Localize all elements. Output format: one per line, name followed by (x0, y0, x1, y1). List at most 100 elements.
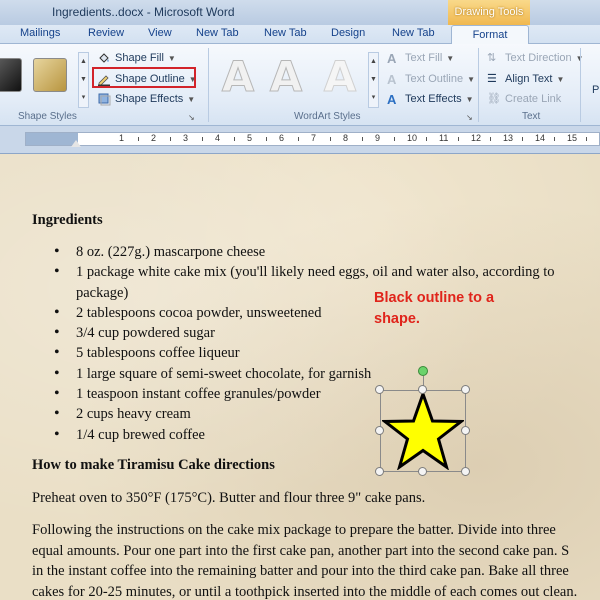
resize-handle-right[interactable] (461, 426, 470, 435)
tab-new-tab-3[interactable]: New Tab (392, 27, 435, 39)
ruler-tick (298, 137, 299, 141)
list-item: 5 tablespoons coffee liqueur (54, 343, 591, 364)
ruler-tick (266, 137, 267, 141)
list-item: 1/4 cup brewed coffee (54, 425, 591, 446)
gallery-scroll[interactable]: ▲ ▼ ▾ (78, 52, 89, 108)
text-fill-icon: A (387, 51, 397, 66)
chevron-down-icon: ▼ (446, 53, 455, 63)
horizontal-ruler[interactable]: 1 2 3 4 5 6 7 8 9 10 11 12 13 14 15 (0, 126, 600, 154)
wordart-styles-group-label: WordArt Styles (294, 111, 361, 122)
ruler-number: 11 (439, 133, 449, 143)
ruler-number: 13 (503, 133, 514, 143)
ribbon: ▲ ▼ ▾ Shape Fill ▼ Shape Outline ▼ Shape E… (0, 44, 600, 126)
title-bar: Ingredients..docx - Microsoft Word Drawi… (0, 0, 600, 25)
text-fill-button[interactable]: A Text Fill ▼ (387, 49, 454, 67)
list-item: 1 large square of semi-sweet chocolate, … (54, 364, 591, 385)
dialog-launcher-icon[interactable]: ↘ (188, 113, 195, 122)
position-button-partial[interactable]: P (592, 84, 599, 96)
create-link-button[interactable]: ⛓ Create Link (487, 90, 561, 108)
shape-fill-button[interactable]: Shape Fill ▼ (97, 49, 176, 67)
ruler-tick (426, 137, 427, 141)
align-text-label: Align Text (505, 73, 553, 85)
ruler-number: 5 (247, 133, 253, 143)
tab-view[interactable]: View (148, 27, 172, 39)
tab-new-tab-1[interactable]: New Tab (196, 27, 239, 39)
resize-handle-bottom-right[interactable] (461, 467, 470, 476)
star-shape-selection[interactable] (375, 366, 470, 476)
group-separator (478, 48, 479, 122)
ruler-tick (362, 137, 363, 141)
resize-handle-bottom[interactable] (418, 467, 427, 476)
tab-review[interactable]: Review (88, 27, 124, 39)
tab-design[interactable]: Design (331, 27, 365, 39)
annotation-text: Black outline to a shape. (374, 290, 495, 327)
ruler-number: 3 (183, 133, 189, 143)
shape-effects-button[interactable]: Shape Effects ▼ (97, 90, 195, 108)
text-fill-label: Text Fill (405, 52, 443, 64)
resize-handle-top-left[interactable] (375, 385, 384, 394)
align-text-icon: ☰ (487, 73, 497, 85)
shape-effects-label: Shape Effects (115, 93, 184, 105)
list-item: 2 cups heavy cream (54, 404, 591, 425)
ruler-tick (234, 137, 235, 141)
star-shape[interactable] (382, 392, 464, 470)
rotation-handle[interactable] (418, 366, 428, 376)
ruler-tick (170, 137, 171, 141)
shape-outline-highlight (92, 67, 196, 88)
link-icon: ⛓ (487, 93, 501, 105)
indent-marker[interactable] (71, 140, 81, 147)
ruler-tick (522, 137, 523, 141)
ruler-tick (138, 137, 139, 141)
shape-style-swatch-gold[interactable] (33, 58, 67, 92)
paragraph-preheat: Preheat oven to 350°F (175°C). Butter an… (32, 490, 426, 506)
ingredients-list: 8 oz. (227g.) mascarpone cheese 1 packag… (54, 242, 591, 446)
ribbon-tabs: Mailings Review View New Tab New Tab Des… (0, 25, 600, 45)
create-link-label: Create Link (505, 93, 562, 105)
text-effects-button[interactable]: A Text Effects ▼ (387, 90, 474, 108)
ruler-number: 15 (567, 133, 578, 143)
paragraph-line: cakes for 20-25 minutes, or until a toot… (32, 583, 578, 600)
resize-handle-top[interactable] (418, 385, 427, 394)
tab-format[interactable]: Format (451, 25, 529, 45)
wordart-style-3[interactable]: A (318, 53, 362, 100)
text-outline-button[interactable]: A Text Outline ▼ (387, 70, 475, 88)
chevron-down-icon: ▼ (556, 74, 565, 84)
shape-fill-label: Shape Fill (115, 52, 164, 64)
chevron-down-icon: ▼ (187, 94, 196, 104)
document-page[interactable]: Ingredients 8 oz. (227g.) mascarpone che… (0, 154, 600, 600)
shape-style-swatch-dark[interactable] (0, 58, 22, 92)
directions-heading: How to make Tiramisu Cake directions (32, 457, 275, 473)
ruler-tick (394, 137, 395, 141)
list-item: 1 teaspoon instant coffee granules/powde… (54, 384, 591, 405)
ingredients-heading: Ingredients (32, 212, 103, 228)
dialog-launcher-icon[interactable]: ↘ (466, 113, 473, 122)
text-effects-label: Text Effects (405, 93, 462, 105)
tab-new-tab-2[interactable]: New Tab (264, 27, 307, 39)
ruler-number: 9 (375, 133, 381, 143)
align-text-button[interactable]: ☰ Align Text ▼ (487, 70, 564, 88)
resize-handle-bottom-left[interactable] (375, 467, 384, 476)
ruler-strip: 1 2 3 4 5 6 7 8 9 10 11 12 13 14 15 (25, 132, 600, 146)
ruler-number: 7 (311, 133, 317, 143)
list-item-text-cont: package) (76, 284, 129, 301)
window-title: Ingredients..docx - Microsoft Word (52, 5, 235, 19)
text-effects-icon: A (387, 92, 397, 107)
ruler-number: 4 (215, 133, 221, 143)
paragraph-line: in the instant coffee into the remaining… (32, 563, 569, 579)
wordart-style-1[interactable]: A (216, 53, 260, 100)
paragraph-line: equal amounts. Pour one part into the fi… (32, 542, 570, 559)
resize-handle-left[interactable] (375, 426, 384, 435)
ruler-tick (554, 137, 555, 141)
wordart-gallery-scroll[interactable]: ▲ ▼ ▾ (368, 52, 379, 108)
text-direction-button[interactable]: ⇅ Text Direction ▼ (487, 49, 584, 67)
resize-handle-top-right[interactable] (461, 385, 470, 394)
wordart-style-2[interactable]: A (264, 53, 308, 100)
ruler-number: 6 (279, 133, 285, 143)
ruler-number: 1 (119, 133, 125, 143)
ruler-number: 8 (343, 133, 349, 143)
group-separator (580, 48, 581, 122)
ruler-tick (490, 137, 491, 141)
ruler-tick (586, 137, 587, 141)
tab-mailings[interactable]: Mailings (20, 27, 60, 39)
shape-effects-icon (98, 93, 111, 106)
